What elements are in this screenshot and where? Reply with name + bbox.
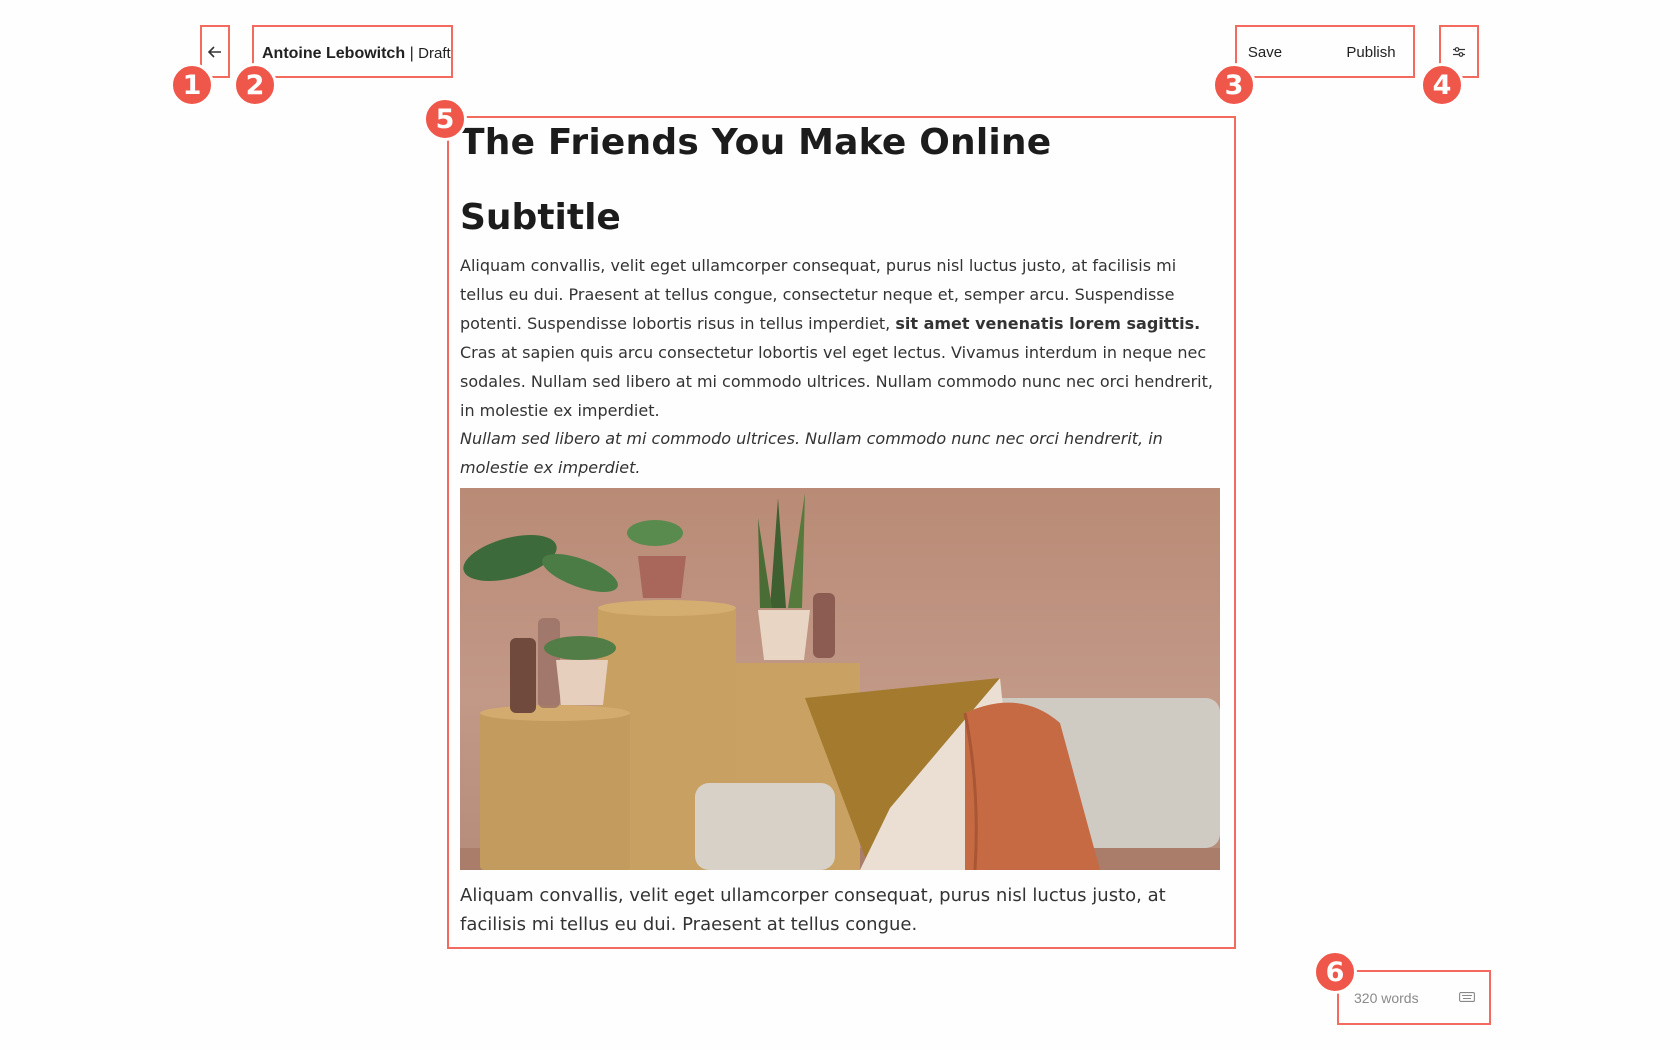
marker-4: 4 xyxy=(1420,63,1464,107)
marker-6: 6 xyxy=(1313,950,1357,994)
image-caption: Aliquam convallis, velit eget ullamcorpe… xyxy=(460,885,1166,935)
interior-photo xyxy=(460,493,1220,870)
article-title[interactable]: The Friends You Make Online xyxy=(460,122,1051,163)
article-image[interactable] xyxy=(460,488,1220,870)
keyboard-icon xyxy=(1459,992,1475,1002)
article-subtitle[interactable]: Subtitle xyxy=(460,197,621,238)
paragraph-1: Aliquam convallis, velit eget ullamcorpe… xyxy=(460,251,1221,425)
caption-block[interactable]: Aliquam convallis, velit eget ullamcorpe… xyxy=(460,881,1221,939)
quote-block[interactable]: Nullam sed libero at mi commodo ultrices… xyxy=(460,424,1221,482)
paragraph-1-block[interactable]: Aliquam convallis, velit eget ullamcorpe… xyxy=(460,251,1221,425)
arrow-left-icon xyxy=(208,45,221,58)
sliders-icon xyxy=(1453,46,1465,57)
paragraph-1-text-b: Cras at sapien quis arcu consectetur lob… xyxy=(460,343,1213,420)
author-name: Antoine Lebowitch xyxy=(262,45,406,62)
marker-2: 2 xyxy=(233,63,277,107)
document-title: Antoine Lebowitch | Draft xyxy=(262,45,451,63)
keyboard-button[interactable] xyxy=(1455,985,1479,1009)
publish-button[interactable]: Publish xyxy=(1336,35,1406,69)
draft-status: Draft xyxy=(418,45,451,62)
italic-paragraph: Nullam sed libero at mi commodo ultrices… xyxy=(460,424,1221,482)
italic-text: Nullam sed libero at mi commodo ultrices… xyxy=(460,429,1163,477)
paragraph-1-bold: sit amet venenatis lorem sagittis. xyxy=(895,314,1201,333)
save-button[interactable]: Save xyxy=(1240,35,1290,69)
marker-5: 5 xyxy=(423,97,467,141)
word-count: 320 words xyxy=(1354,990,1419,1006)
marker-3: 3 xyxy=(1212,63,1256,107)
title-separator: | xyxy=(409,45,414,62)
marker-1: 1 xyxy=(170,63,214,107)
